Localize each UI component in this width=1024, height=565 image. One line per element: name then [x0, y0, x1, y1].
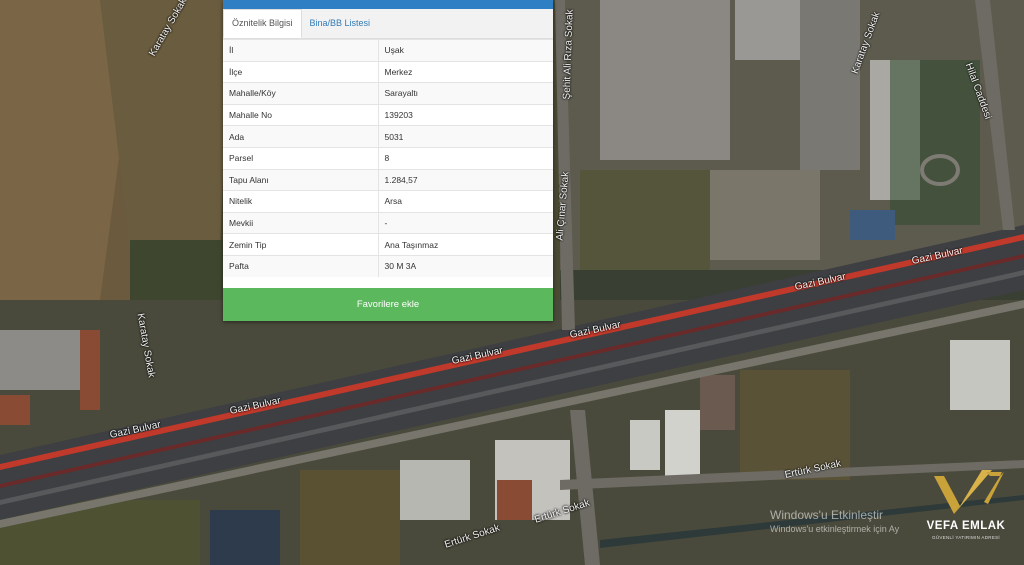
vefa-emlak-logo: VEFA EMLAK GÜVENLİ YATIRIMIN ADRESİ	[916, 462, 1016, 562]
attr-value: 5031	[378, 125, 553, 148]
logo-mark-icon	[934, 470, 1004, 514]
attr-key: Parsel	[223, 146, 379, 170]
parcel-info-panel: Öznitelik Bilgisi Bina/BB Listesi İl Uşak…	[223, 0, 553, 321]
attr-value: -	[378, 211, 553, 234]
table-row: Mahalle No 139203	[223, 103, 553, 126]
table-row: İl Uşak	[223, 39, 553, 62]
panel-header-bar	[223, 0, 553, 9]
attr-key: Nitelik	[223, 190, 379, 213]
watermark-line-2: Windows'u etkinleştirmek için Ay	[770, 524, 900, 534]
attr-key: Pafta	[223, 254, 379, 278]
table-row: Ada 5031	[223, 125, 553, 148]
attr-value: Arsa	[378, 190, 553, 213]
table-row: Tapu Alanı 1.284,57	[223, 168, 553, 191]
attr-key: İlçe	[223, 60, 379, 83]
attr-key: Ada	[223, 125, 379, 148]
attr-value: Merkez	[378, 60, 553, 83]
table-row: Pafta 30 M 3A	[223, 254, 553, 278]
attr-value: 30 M 3A	[378, 254, 553, 278]
tab-bina-bb-listesi[interactable]: Bina/BB Listesi	[302, 9, 379, 38]
attr-value: 139203	[378, 103, 553, 126]
attr-value: Sarayaltı	[378, 82, 553, 105]
attr-value: Ana Taşınmaz	[378, 233, 553, 256]
attr-key: İl	[223, 39, 379, 62]
attribute-table: İl Uşak İlçe Merkez Mahalle/Köy Sarayaltı M…	[223, 39, 553, 278]
table-row: Nitelik Arsa	[223, 190, 553, 213]
watermark-line-1: Windows'u Etkinleştir	[770, 508, 883, 522]
attr-key: Mahalle No	[223, 103, 379, 126]
tab-oznitelik-bilgisi[interactable]: Öznitelik Bilgisi	[223, 9, 302, 38]
attr-value: 8	[378, 146, 553, 170]
table-row: Mevkii -	[223, 211, 553, 234]
table-row: Mahalle/Köy Sarayaltı	[223, 82, 553, 105]
attr-key: Tapu Alanı	[223, 168, 379, 191]
attr-value: Uşak	[378, 39, 553, 62]
add-to-favorites-button[interactable]: Favorilere ekle	[223, 288, 553, 321]
attr-key: Zemin Tip	[223, 233, 379, 256]
attr-key: Mahalle/Köy	[223, 82, 379, 105]
panel-tabs: Öznitelik Bilgisi Bina/BB Listesi	[223, 9, 553, 39]
logo-name: VEFA EMLAK	[926, 520, 1006, 532]
table-row: İlçe Merkez	[223, 60, 553, 83]
attr-value: 1.284,57	[378, 168, 553, 191]
table-row: Zemin Tip Ana Taşınmaz	[223, 233, 553, 256]
windows-activation-watermark: Windows'u Etkinleştir Windows'u etkinleş…	[770, 508, 899, 534]
attr-key: Mevkii	[223, 211, 379, 234]
table-row: Parsel 8	[223, 146, 553, 170]
logo-tagline: GÜVENLİ YATIRIMIN ADRESİ	[932, 535, 1000, 540]
